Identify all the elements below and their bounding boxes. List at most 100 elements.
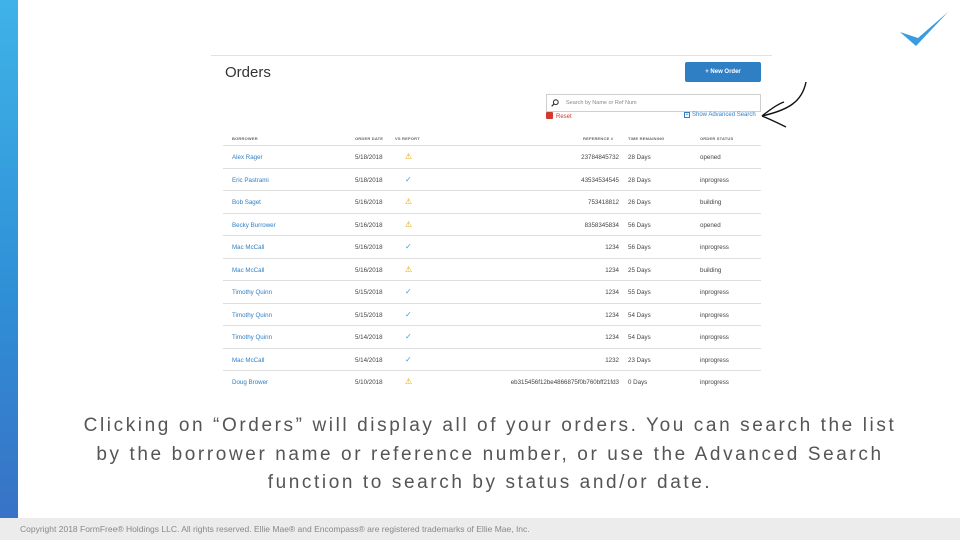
footer-bar: Copyright 2018 FormFree® Holdings LLC. A… (0, 518, 960, 540)
plus-box-icon: + (684, 112, 690, 118)
table-row[interactable]: Eric Pastrami 5/18/2018 ✓ 43534534545 28 Day… (223, 167, 761, 191)
check-icon: ✓ (405, 287, 412, 296)
trash-icon (546, 112, 553, 119)
order-date: 5/18/2018 (355, 176, 383, 184)
time-remaining: 23 Days (628, 356, 651, 364)
order-status: inprogress (700, 356, 729, 364)
order-status: opened (700, 154, 721, 161)
borrower-link[interactable]: Alex Rager (232, 154, 263, 161)
time-remaining: 28 Days (628, 154, 651, 161)
order-status: inprogress (700, 289, 729, 296)
column-header-borrower[interactable]: BORROWER (232, 136, 258, 141)
borrower-link[interactable]: Becky Burrower (232, 222, 276, 229)
copyright-text: Copyright 2018 FormFree® Holdings LLC. A… (20, 524, 530, 534)
reference-number: 8358345834 (584, 221, 619, 229)
reference-number: 1234 (605, 334, 619, 341)
reference-number: 1234 (605, 244, 619, 251)
borrower-link[interactable]: Mac McCall (232, 244, 264, 251)
table-row[interactable]: Bob Saget 5/16/2018 ⚠ 753418812 26 Days build… (223, 190, 761, 213)
table-row[interactable]: Timothy Quinn 5/15/2018 ✓ 1234 54 Days inprog… (223, 302, 761, 326)
orders-screenshot: Orders + New Order Reset +Show Advanced … (211, 55, 772, 387)
order-status: inprogress (700, 176, 729, 184)
table-row[interactable]: Timothy Quinn 5/15/2018 ✓ 1234 55 Days inprog… (223, 280, 761, 303)
check-icon: ✓ (405, 309, 412, 319)
order-status: inprogress (700, 311, 729, 319)
check-icon: ✓ (405, 242, 412, 251)
show-advanced-search-link[interactable]: + Show Advanced Search (684, 112, 756, 118)
column-header-time-remaining[interactable]: TIME REMAINING (628, 136, 664, 141)
table-row[interactable]: Mac McCall 5/14/2018 ✓ 1232 23 Days inprogres… (223, 347, 761, 371)
order-date: 5/14/2018 (355, 356, 383, 364)
table-row[interactable]: Doug Brower 5/10/2018 ⚠ eb315456f12be486687… (223, 370, 761, 387)
reference-number: 1234 (605, 311, 619, 319)
order-status: inprogress (700, 244, 729, 251)
search-box[interactable] (546, 94, 761, 112)
warning-icon: ⚠ (405, 152, 413, 161)
time-remaining: 56 Days (628, 244, 651, 251)
order-date: 5/18/2018 (355, 154, 383, 161)
order-date: 5/16/2018 (355, 221, 383, 229)
time-remaining: 54 Days (628, 311, 651, 319)
time-remaining: 54 Days (628, 334, 651, 341)
check-icon: ✓ (405, 174, 412, 184)
left-accent-bar (0, 0, 18, 540)
reference-number: eb315456f12be4866875f0b760bff21fd3 (510, 379, 619, 386)
check-icon: ✓ (405, 354, 412, 364)
time-remaining: 56 Days (628, 221, 651, 229)
warning-icon: ⚠ (405, 264, 413, 274)
order-status: building (700, 266, 722, 274)
page-title: Orders (225, 64, 271, 81)
borrower-link[interactable]: Doug Brower (232, 379, 268, 386)
reference-number: 1234 (605, 289, 619, 296)
table-row[interactable]: Mac McCall 5/16/2018 ✓ 1234 56 Days inprogres… (223, 235, 761, 258)
table-row[interactable]: Alex Rager 5/18/2018 ⚠ 23784845732 28 Days op… (223, 145, 761, 168)
order-date: 5/10/2018 (355, 379, 383, 386)
column-header-order-status[interactable]: ORDER STATUS (700, 136, 733, 141)
column-header-vs-report[interactable]: VS REPORT (395, 136, 420, 141)
search-icon (551, 99, 559, 107)
borrower-link[interactable]: Mac McCall (232, 267, 264, 274)
reference-number: 43534534545 (581, 176, 619, 184)
order-date: 5/16/2018 (355, 266, 383, 274)
borrower-link[interactable]: Bob Saget (232, 199, 261, 206)
table-row[interactable]: Mac McCall 5/16/2018 ⚠ 1234 25 Days building (223, 257, 761, 281)
caption-text: Clicking on “Orders” will display all of… (83, 415, 897, 493)
order-status: inprogress (700, 379, 729, 386)
column-header-reference[interactable]: REFERENCE # (583, 136, 613, 141)
borrower-link[interactable]: Mac McCall (232, 357, 264, 364)
warning-icon: ⚠ (405, 377, 413, 386)
time-remaining: 28 Days (628, 176, 651, 184)
order-status: opened (700, 221, 721, 229)
column-header-order-date[interactable]: ORDER DATE (355, 136, 383, 141)
order-status: building (700, 199, 722, 206)
warning-icon: ⚠ (405, 219, 413, 229)
orders-table: Alex Rager 5/18/2018 ⚠ 23784845732 28 Days op… (223, 145, 761, 387)
time-remaining: 55 Days (628, 289, 651, 296)
order-date: 5/16/2018 (355, 244, 383, 251)
reference-number: 1232 (605, 356, 619, 364)
borrower-link[interactable]: Timothy Quinn (232, 312, 272, 319)
order-date: 5/16/2018 (355, 199, 383, 206)
table-header: BORROWER ORDER DATE VS REPORT REFERENCE … (223, 134, 761, 144)
reset-label: Reset (556, 114, 572, 120)
time-remaining: 25 Days (628, 266, 651, 274)
order-date: 5/15/2018 (355, 311, 383, 319)
search-input[interactable] (566, 97, 756, 109)
order-status: inprogress (700, 334, 729, 341)
borrower-link[interactable]: Timothy Quinn (232, 334, 272, 341)
borrower-link[interactable]: Timothy Quinn (232, 289, 272, 296)
advanced-search-label: Show Advanced Search (692, 112, 756, 118)
pointer-arrow-icon (761, 81, 807, 128)
reset-link[interactable]: Reset (546, 112, 572, 120)
table-row[interactable]: Timothy Quinn 5/14/2018 ✓ 1234 54 Days inprog… (223, 325, 761, 348)
warning-icon: ⚠ (405, 197, 413, 206)
reference-number: 753418812 (588, 199, 619, 206)
order-date: 5/14/2018 (355, 334, 383, 341)
borrower-link[interactable]: Eric Pastrami (232, 177, 269, 184)
reference-number: 1234 (605, 266, 619, 274)
checkmark-logo-icon (900, 12, 948, 46)
time-remaining: 26 Days (628, 199, 651, 206)
new-order-button[interactable]: + New Order (685, 62, 761, 82)
table-row[interactable]: Becky Burrower 5/16/2018 ⚠ 8358345834 56 Day… (223, 212, 761, 236)
order-date: 5/15/2018 (355, 289, 383, 296)
